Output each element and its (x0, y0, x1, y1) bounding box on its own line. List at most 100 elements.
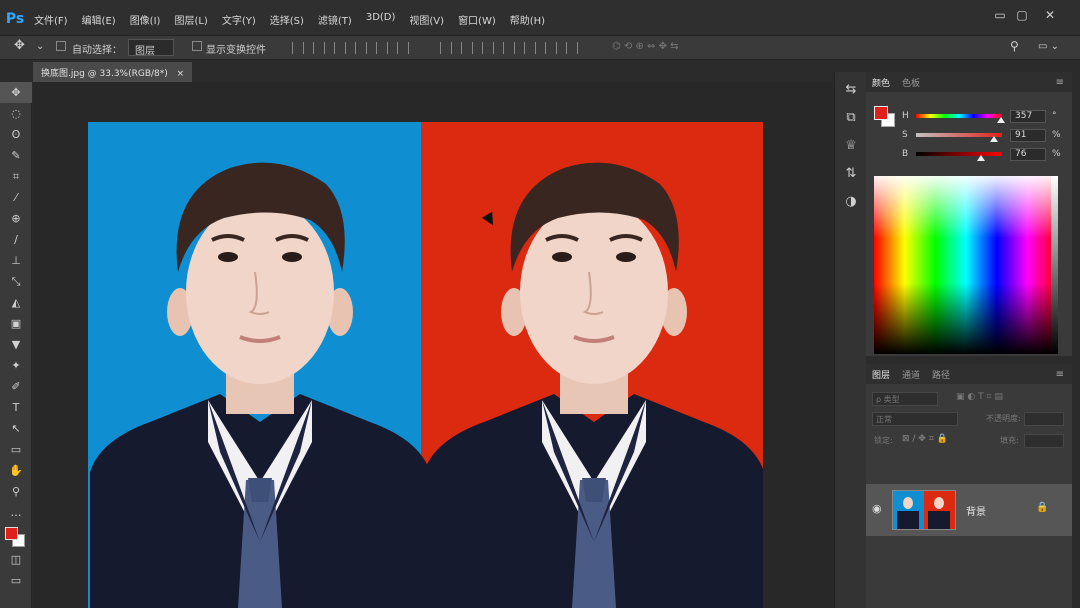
healing-brush-tool-icon[interactable]: ⊕ (0, 208, 32, 229)
tab-channels[interactable]: 通道 (902, 368, 920, 381)
lock-icons[interactable]: ⊠ ∕ ✥ ⌗ 🔒 (902, 434, 948, 444)
workspace-icon[interactable]: ▭ ⌄ (1038, 41, 1059, 52)
blend-mode-dropdown[interactable]: 正常 (872, 412, 958, 426)
menu-help[interactable]: 帮助(H) (510, 12, 545, 27)
menu-file[interactable]: 文件(F) (34, 12, 68, 27)
brightness-label: B (902, 149, 909, 159)
marquee-tool-icon[interactable]: ◌ (0, 103, 32, 124)
styles-icon[interactable]: ◑ (835, 188, 867, 216)
eye-icon[interactable]: ◉ (872, 502, 882, 515)
quick-select-tool-icon[interactable]: ✎ (0, 145, 32, 166)
menu-window[interactable]: 窗口(W) (458, 12, 496, 27)
tab-layers[interactable]: 图层 (872, 368, 890, 381)
tab-paths[interactable]: 路径 (932, 368, 950, 381)
type-tool-icon[interactable]: T (0, 397, 32, 418)
menu-layer[interactable]: 图层(L) (174, 12, 207, 27)
crop-tool-icon[interactable]: ⌗ (0, 166, 32, 187)
document-tab[interactable]: 换底图.jpg @ 33.3%(RGB/8*) × (33, 62, 193, 82)
auto-select-checkbox[interactable] (56, 41, 70, 53)
align-icon[interactable] (376, 42, 388, 54)
hue-slider-thumb[interactable] (997, 117, 1006, 123)
close-tab-icon[interactable]: × (177, 69, 185, 79)
opacity-field[interactable] (1024, 412, 1064, 426)
distribute-icon[interactable] (524, 42, 536, 54)
move-tool-icon[interactable]: ✥ (14, 38, 25, 53)
gradient-tool-icon[interactable]: ▣ (0, 313, 32, 334)
brightness-slider[interactable] (916, 152, 1002, 161)
distribute-icon[interactable] (566, 42, 578, 54)
history-brush-tool-icon[interactable]: ⤡ (0, 271, 32, 292)
eraser-tool-icon[interactable]: ◭ (0, 292, 32, 313)
layer-row[interactable]: ◉ 背景 🔒 (866, 484, 1072, 536)
hue-value[interactable]: 357 (1010, 110, 1046, 123)
spectrum-grayscale-bar[interactable] (1051, 176, 1058, 354)
foreground-color-swatch[interactable] (5, 527, 18, 540)
menu-type[interactable]: 文字(Y) (222, 12, 256, 27)
dodge-tool-icon[interactable]: ✦ (0, 355, 32, 376)
quick-mask-icon[interactable]: ◫ (0, 549, 32, 570)
color-spectrum[interactable] (874, 176, 1058, 354)
close-window-button[interactable]: ✕ (1040, 8, 1060, 22)
saturation-slider[interactable] (916, 133, 1002, 142)
restore-button[interactable]: ▢ (1012, 8, 1032, 22)
eyedropper-tool-icon[interactable]: ⁄ (0, 187, 32, 208)
clone-stamp-tool-icon[interactable]: ⊥ (0, 250, 32, 271)
search-icon[interactable]: ⚲ (1010, 39, 1019, 53)
move-tool-icon[interactable]: ✥ (0, 82, 32, 103)
blur-tool-icon[interactable]: ▼ (0, 334, 32, 355)
screen-mode-icon[interactable]: ▭ (0, 570, 32, 591)
chevron-down-icon[interactable]: ⌄ (36, 41, 44, 52)
minimize-button[interactable]: ▭ (990, 8, 1010, 22)
history-icon[interactable]: ⇆ (835, 76, 867, 104)
filter-icons: ▣ ◐ T ⌗ ▤ (956, 392, 1003, 402)
fill-field[interactable] (1024, 434, 1064, 448)
panel-foreground-swatch[interactable] (874, 106, 888, 120)
menu-3d[interactable]: 3D(D) (366, 12, 396, 27)
align-icon[interactable] (334, 42, 346, 54)
tab-swatches[interactable]: 色板 (902, 76, 920, 89)
pen-tool-icon[interactable]: ✐ (0, 376, 32, 397)
menu-filter[interactable]: 滤镜(T) (318, 12, 352, 27)
document-title: 换底图.jpg @ 33.3%(RGB/8*) (41, 69, 168, 79)
panel-menu-icon[interactable]: ≡ (1056, 77, 1064, 88)
align-icon[interactable] (292, 42, 304, 54)
properties-icon[interactable]: ⧉ (835, 104, 867, 132)
align-icon[interactable] (397, 42, 409, 54)
hue-slider[interactable] (916, 114, 1006, 123)
align-icon[interactable] (355, 42, 367, 54)
zoom-tool-icon[interactable]: ⚲ (0, 481, 32, 502)
menu-image[interactable]: 图像(I) (130, 12, 161, 27)
hand-tool-icon[interactable]: ✋ (0, 460, 32, 481)
auto-select-dropdown[interactable]: 图层 (128, 39, 174, 57)
title-bar: Ps 文件(F) 编辑(E) 图像(I) 图层(L) 文字(Y) 选择(S) 滤… (0, 0, 1080, 36)
path-select-tool-icon[interactable]: ↖ (0, 418, 32, 439)
distribute-icon[interactable] (545, 42, 557, 54)
show-transform-checkbox[interactable] (192, 41, 206, 53)
tab-color[interactable]: 颜色 (872, 76, 890, 89)
brightness-value[interactable]: 76 (1010, 148, 1046, 161)
menu-select[interactable]: 选择(S) (270, 12, 304, 27)
saturation-slider-thumb[interactable] (990, 136, 999, 142)
color-swatches[interactable] (0, 523, 31, 549)
menu-bar: 文件(F) 编辑(E) 图像(I) 图层(L) 文字(Y) 选择(S) 滤镜(T… (34, 12, 559, 27)
distribute-icon[interactable] (440, 42, 452, 54)
distribute-icon[interactable] (503, 42, 515, 54)
layer-filter-dropdown[interactable]: ρ 类型 (872, 392, 938, 406)
distribute-icon[interactable] (461, 42, 473, 54)
distribute-icon[interactable] (482, 42, 494, 54)
lock-label: 锁定: (874, 436, 893, 445)
adjustments-icon[interactable]: ⇅ (835, 160, 867, 188)
hue-slider-row: H 357 ° (902, 110, 1072, 124)
rectangle-tool-icon[interactable]: ▭ (0, 439, 32, 460)
menu-view[interactable]: 视图(V) (409, 12, 444, 27)
panel-menu-icon[interactable]: ≡ (1056, 369, 1064, 380)
align-icon[interactable] (313, 42, 325, 54)
menu-edit[interactable]: 编辑(E) (82, 12, 116, 27)
brush-presets-icon[interactable]: ♕ (835, 132, 867, 160)
lasso-tool-icon[interactable]: ʘ (0, 124, 32, 145)
more-tools-icon[interactable]: … (0, 502, 32, 523)
document-image (88, 122, 763, 608)
brightness-slider-thumb[interactable] (977, 155, 986, 161)
brush-tool-icon[interactable]: ∕ (0, 229, 32, 250)
saturation-value[interactable]: 91 (1010, 129, 1046, 142)
